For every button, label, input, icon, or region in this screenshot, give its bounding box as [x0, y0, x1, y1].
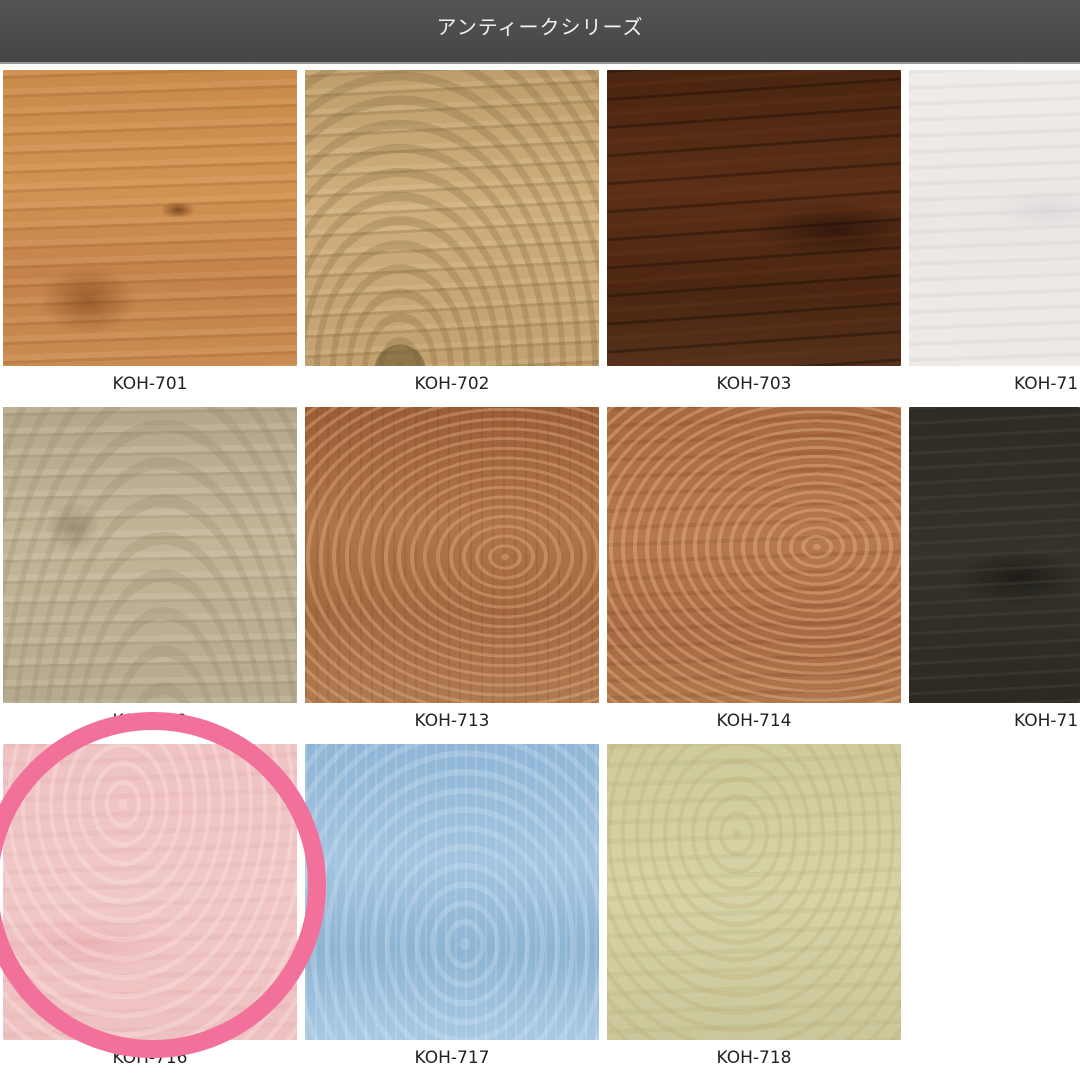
swatch-label: KOH-716	[112, 1048, 188, 1068]
swatch-label: KOH-714	[716, 711, 792, 731]
swatch-image-koh-718[interactable]	[607, 744, 901, 1040]
swatch-grid: KOH-701 KOH-702 KOH-703 KOH-71 KOH-712 K…	[0, 0, 1080, 1080]
swatch-image-koh-701[interactable]	[3, 70, 297, 366]
swatch-label: KOH-71	[1014, 711, 1079, 731]
swatch-image-koh-71x-mid[interactable]	[909, 407, 1080, 703]
swatch-image-koh-703[interactable]	[607, 70, 901, 366]
swatch-label: KOH-701	[112, 374, 188, 394]
swatch-image-koh-713[interactable]	[305, 407, 599, 703]
swatch-image-koh-714[interactable]	[607, 407, 901, 703]
swatch-label: KOH-713	[414, 711, 490, 731]
swatch-image-koh-712[interactable]	[3, 407, 297, 703]
swatch-label: KOH-718	[716, 1048, 792, 1068]
swatch-image-koh-717[interactable]	[305, 744, 599, 1040]
swatch-label: KOH-717	[414, 1048, 490, 1068]
swatch-label: KOH-702	[414, 374, 490, 394]
swatch-label: KOH-703	[716, 374, 792, 394]
swatch-label: KOH-712	[112, 711, 188, 731]
swatch-image-koh-702[interactable]	[305, 70, 599, 366]
swatch-image-koh-71x-top[interactable]	[909, 70, 1080, 366]
swatch-label: KOH-71	[1014, 374, 1079, 394]
swatch-image-koh-716[interactable]	[3, 744, 297, 1040]
